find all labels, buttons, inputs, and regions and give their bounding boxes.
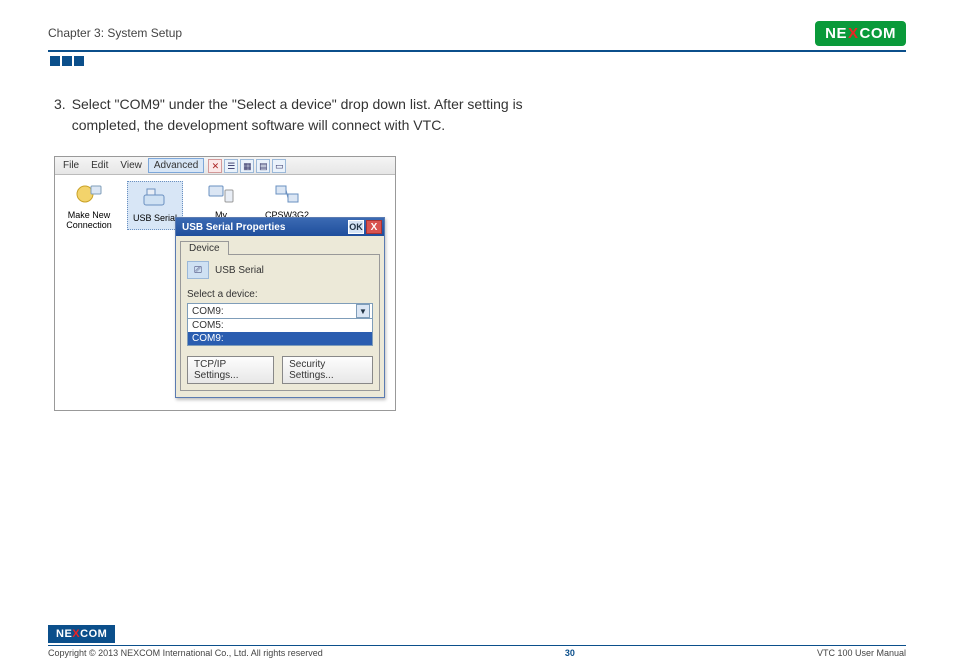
toolbar-icons: ✕ ☰ ▦ ▤ ▭: [208, 159, 286, 173]
security-settings-button[interactable]: Security Settings...: [282, 356, 373, 384]
device-icon: ⎚: [187, 261, 209, 279]
dialog-ok-button[interactable]: OK: [348, 220, 364, 234]
chapter-title: Chapter 3: System Setup: [48, 26, 182, 40]
globe-connection-icon: [73, 181, 105, 207]
monitor-phone-icon: [205, 181, 237, 207]
menu-advanced[interactable]: Advanced: [148, 158, 204, 173]
instruction-step: 3. Select "COM9" under the "Select a dev…: [54, 94, 906, 136]
menu-file[interactable]: File: [57, 158, 85, 173]
header-divider: [48, 50, 906, 52]
tcpip-settings-button[interactable]: TCP/IP Settings...: [187, 356, 274, 384]
dialog-titlebar: USB Serial Properties OK X: [176, 218, 384, 236]
device-name: USB Serial: [215, 265, 264, 276]
step-text: Select "COM9" under the "Select a device…: [72, 94, 592, 136]
option-com5[interactable]: COM5:: [188, 319, 372, 332]
dialog-close-button[interactable]: X: [366, 220, 382, 234]
copyright-text: Copyright © 2013 NEXCOM International Co…: [48, 648, 323, 658]
step-number: 3.: [54, 94, 66, 136]
menu-edit[interactable]: Edit: [85, 158, 114, 173]
device-options-list: COM5: COM9:: [187, 319, 373, 346]
usb-serial-properties-dialog: USB Serial Properties OK X Device ⎚ USB …: [175, 217, 385, 398]
menu-view[interactable]: View: [114, 158, 148, 173]
modem-icon: [139, 184, 171, 210]
logo-part-1: NE: [825, 25, 847, 42]
toolbar-large-icons-icon[interactable]: ▦: [240, 159, 254, 173]
option-com9[interactable]: COM9:: [188, 332, 372, 345]
combobox-value: COM9:: [192, 306, 224, 317]
dialog-title: USB Serial Properties: [182, 222, 285, 233]
logo-part-2: COM: [860, 25, 897, 42]
footer-logo-part-2: COM: [80, 628, 107, 640]
icon-label: Make New Connection: [61, 210, 117, 230]
footer-logo-part-1: NE: [56, 628, 72, 640]
footer-nexcom-logo: NEXCOM: [48, 625, 115, 643]
toolbar-small-icons-icon[interactable]: ▤: [256, 159, 270, 173]
toolbar-details-icon[interactable]: ▭: [272, 159, 286, 173]
device-tab[interactable]: Device: [180, 241, 229, 255]
menubar: File Edit View Advanced ✕ ☰ ▦ ▤ ▭: [55, 157, 395, 175]
embedded-screenshot: File Edit View Advanced ✕ ☰ ▦ ▤ ▭ Make N…: [54, 156, 396, 411]
manual-name: VTC 100 User Manual: [817, 648, 906, 658]
select-device-label: Select a device:: [187, 289, 373, 300]
toolbar-delete-icon[interactable]: ✕: [208, 159, 222, 173]
make-new-connection-item[interactable]: Make New Connection: [61, 181, 117, 230]
page-number: 30: [565, 648, 575, 658]
select-device-combobox[interactable]: COM9: ▼: [187, 303, 373, 319]
device-panel: ⎚ USB Serial Select a device: COM9: ▼ CO…: [180, 254, 380, 391]
footer-divider: [48, 645, 906, 646]
chevron-down-icon[interactable]: ▼: [356, 304, 370, 318]
footer-logo-part-x: X: [72, 628, 80, 640]
logo-part-x: X: [847, 25, 860, 42]
decorative-squares: [50, 56, 906, 66]
network-icon: [271, 181, 303, 207]
nexcom-logo: NEXCOM: [815, 21, 906, 46]
icon-label: USB Serial: [130, 213, 180, 223]
toolbar-properties-icon[interactable]: ☰: [224, 159, 238, 173]
